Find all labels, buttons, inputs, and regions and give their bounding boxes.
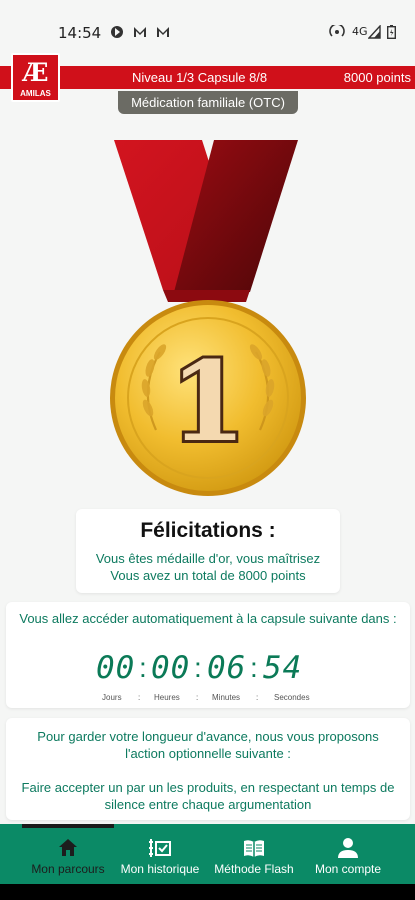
label-days: Jours xyxy=(102,693,122,702)
nav-label: Mon historique xyxy=(120,862,200,876)
status-bar: 14:54 4G xyxy=(0,0,415,62)
nav-label: Mon compte xyxy=(314,862,382,876)
countdown-hours: 00 xyxy=(151,650,191,686)
total-points-message: Vous avez un total de 8000 points xyxy=(110,568,306,583)
nav-mon-historique[interactable]: Mon historique xyxy=(114,824,206,884)
optional-action-card: Pour garder votre longueur d'avance, nou… xyxy=(6,718,410,820)
label-seconds: Secondes xyxy=(274,693,310,702)
mail-icon xyxy=(134,27,146,37)
notification-app-icon xyxy=(111,26,123,38)
timer-separator: : xyxy=(250,652,258,683)
progress-header: Niveau 1/3 Capsule 8/8 8000 points xyxy=(0,66,415,89)
app-logo: Æ AMILAS xyxy=(11,53,60,102)
label-minutes: Minutes xyxy=(212,693,241,702)
countdown-days: 00 xyxy=(96,650,136,686)
medal-number: 1 xyxy=(170,337,247,466)
countdown-message: Vous allez accéder automatiquement à la … xyxy=(19,611,397,626)
category-badge: Médication familiale (OTC) xyxy=(118,91,298,114)
network-type: 4G xyxy=(352,25,368,38)
label-hours: Heures xyxy=(154,693,180,702)
optional-action-text: Faire accepter un par un les produits, e… xyxy=(21,780,395,812)
nav-mon-parcours[interactable]: Mon parcours xyxy=(22,824,114,884)
home-icon xyxy=(59,839,77,856)
countdown-timer: 00 : 00 : 06 : 54 xyxy=(96,650,331,690)
countdown-labels: Jours : Heures : Minutes : Secondes xyxy=(102,693,310,702)
book-icon xyxy=(244,840,264,857)
gold-medal-illustration: 1 xyxy=(110,140,306,496)
congratulations-message: Vous êtes médaille d'or, vous maîtrisez xyxy=(95,551,321,566)
mail-icon xyxy=(157,27,169,37)
nav-mon-compte[interactable]: Mon compte xyxy=(302,824,394,884)
level-capsule-text: Niveau 1/3 Capsule 8/8 xyxy=(132,70,268,85)
system-navigation-area xyxy=(0,884,415,900)
status-time: 14:54 xyxy=(58,24,102,42)
nav-label: Mon parcours xyxy=(31,862,105,876)
timer-separator: : xyxy=(194,652,202,683)
person-icon xyxy=(338,838,358,858)
logo-name: AMILAS xyxy=(20,89,51,98)
checklist-icon xyxy=(149,839,171,857)
optional-action-intro: Pour garder votre longueur d'avance, nou… xyxy=(37,729,379,761)
countdown-card: Vous allez accéder automatiquement à la … xyxy=(6,602,410,708)
battery-icon xyxy=(387,25,396,39)
bottom-navigation: Mon parcours Mon historique Méthode Flas… xyxy=(0,824,415,884)
hotspot-icon xyxy=(329,25,345,37)
signal-icon xyxy=(368,25,381,39)
timer-separator: : xyxy=(139,652,147,683)
congratulations-title: Félicitations : xyxy=(140,519,276,542)
congratulations-card: Félicitations : Vous êtes médaille d'or,… xyxy=(76,509,340,593)
logo-mark: Æ xyxy=(22,58,49,87)
points-text: 8000 points xyxy=(343,70,411,85)
countdown-seconds: 54 xyxy=(263,650,303,686)
nav-methode-flash[interactable]: Méthode Flash xyxy=(206,824,302,884)
nav-label: Méthode Flash xyxy=(214,862,294,876)
countdown-minutes: 06 xyxy=(207,650,247,686)
